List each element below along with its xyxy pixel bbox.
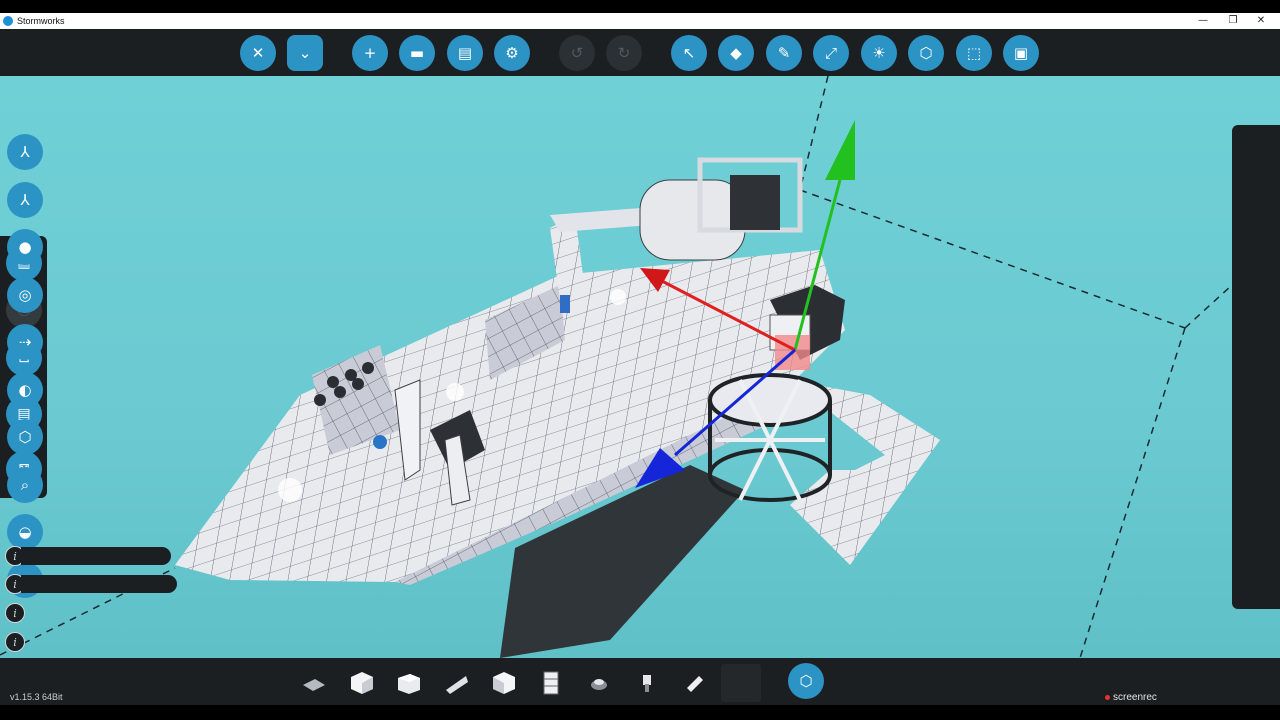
chip-icon: ▣ (1013, 44, 1029, 62)
version-label: v1.15.3 64Bit (10, 692, 63, 702)
select-tool-button[interactable]: ↖ (671, 35, 707, 71)
mass-center-button[interactable]: ◐ (7, 372, 43, 408)
floppy-disk-icon: ▤ (457, 44, 473, 62)
center-of-mass-icon: ◐ (18, 381, 32, 399)
cube-icon: ⬡ (18, 428, 32, 446)
window-titlebar: Stormworks — ❐ ✕ (0, 13, 1280, 29)
lever-component-icon (643, 675, 651, 692)
stormworks-logo-icon (3, 16, 13, 26)
dropdown-box-icon: ⌄ (298, 44, 312, 62)
maximize-button[interactable]: ❐ (1218, 13, 1248, 29)
cube-block-icon (351, 672, 373, 694)
steam-workshop-button[interactable]: ⚙ (494, 35, 530, 71)
cube-block-icon (493, 672, 515, 694)
inspect-button[interactable]: ⌕ (7, 467, 43, 503)
tri-axis-icon: ⅄ (20, 191, 30, 209)
hotbar-slot-3[interactable] (389, 664, 429, 702)
arrow-right-icon: ⇢ (18, 333, 32, 351)
sensor-component-icon (687, 676, 703, 692)
center-view-button[interactable]: ◎ (7, 277, 43, 313)
redo-icon: ↻ (617, 44, 631, 62)
microcontroller-button[interactable]: ▣ (1003, 35, 1039, 71)
hotbar-slot-4[interactable] (437, 664, 477, 702)
window-title: Stormworks (17, 16, 65, 26)
logic-tool-button[interactable]: ⬡ (908, 35, 944, 71)
undo-icon: ↺ (570, 44, 584, 62)
info-row-2[interactable]: i (5, 574, 177, 594)
pipe-block-icon (543, 671, 559, 695)
cursor-arrow-icon: ↖ (682, 44, 696, 62)
hotbar-slot-2[interactable] (342, 664, 382, 702)
info-row-3[interactable]: i (5, 603, 25, 623)
plus-icon: + (363, 44, 377, 62)
dashed-square-icon: ⬚ (966, 44, 982, 62)
recorder-label: screenrec (1113, 692, 1157, 703)
tri-axis-icon: ⅄ (20, 143, 30, 161)
hotbar-slot-6[interactable] (531, 664, 571, 702)
logic-box-icon: ⬡ (799, 672, 813, 690)
steam-icon: ⚙ (505, 44, 519, 62)
record-dot-icon (1105, 695, 1110, 700)
eraser-icon: ◆ (730, 44, 742, 62)
target-circle-icon: ◎ (18, 286, 32, 304)
hotbar-slot-1[interactable] (294, 664, 334, 702)
editor-viewport[interactable] (0, 76, 1280, 658)
info-row-1[interactable]: i (5, 546, 171, 566)
axis-arrows-icon: ⤢ (824, 44, 837, 62)
hotbar-slot-10[interactable] (721, 664, 761, 702)
view-axis-b-button[interactable]: ⅄ (7, 182, 43, 218)
recorder-watermark: screenrec (1105, 692, 1157, 703)
export-button[interactable]: ⇢ (7, 324, 43, 360)
info-bar (21, 547, 171, 565)
block-view-button[interactable]: ⬡ (7, 419, 43, 455)
hotbar-slot-8[interactable] (627, 664, 667, 702)
selection-box-button[interactable]: ⬚ (956, 35, 992, 71)
letterbox-bottom (0, 705, 1280, 720)
vehicle-scene (0, 76, 1233, 658)
minimize-button[interactable]: — (1188, 13, 1218, 29)
close-editor-button[interactable]: ✕ (240, 35, 276, 71)
hotbar-slot-5[interactable] (484, 664, 524, 702)
paint-brush-icon: ✎ (777, 44, 791, 62)
wedge-block-icon (303, 679, 325, 691)
undo-button[interactable]: ↺ (559, 35, 595, 71)
camera-icon: ● (18, 238, 32, 256)
paint-tool-button[interactable]: ✎ (766, 35, 802, 71)
magnifier-icon: ⌕ (20, 476, 30, 494)
vehicle-menu-button[interactable]: ⌄ (287, 35, 323, 71)
info-bar (21, 575, 177, 593)
hotbar-slot-7[interactable] (579, 664, 619, 702)
close-window-button[interactable]: ✕ (1246, 13, 1276, 29)
open-vehicle-button[interactable]: ▬ (399, 35, 435, 71)
view-axis-a-button[interactable]: ⅄ (7, 134, 43, 170)
engine-block (639, 179, 746, 261)
slope-block-icon (398, 674, 420, 694)
buoyancy-icon: ◒ (18, 523, 32, 541)
redo-button[interactable]: ↻ (606, 35, 642, 71)
buoyancy-button[interactable]: ◒ (7, 514, 43, 550)
info-icon[interactable]: i (5, 603, 25, 623)
folder-icon: ▬ (409, 44, 425, 62)
right-view-panel (1232, 125, 1280, 609)
move-tool-button[interactable]: ⤢ (813, 35, 849, 71)
info-icon[interactable]: i (5, 632, 25, 652)
button-component-icon (591, 679, 607, 690)
hotbar-slot-9[interactable] (674, 664, 714, 702)
info-row-4[interactable]: i (5, 632, 25, 652)
light-bulb-icon: ☀ (872, 44, 886, 62)
save-vehicle-button[interactable]: ▤ (447, 35, 483, 71)
close-circle-icon: ✕ (251, 44, 265, 62)
camera-button[interactable]: ● (7, 229, 43, 265)
lighting-tool-button[interactable]: ☀ (861, 35, 897, 71)
logic-view-button[interactable]: ⬡ (788, 663, 824, 699)
erase-tool-button[interactable]: ◆ (718, 35, 754, 71)
ramp-block-icon (446, 676, 468, 694)
logic-box-icon: ⬡ (919, 44, 933, 62)
new-vehicle-button[interactable]: + (352, 35, 388, 71)
